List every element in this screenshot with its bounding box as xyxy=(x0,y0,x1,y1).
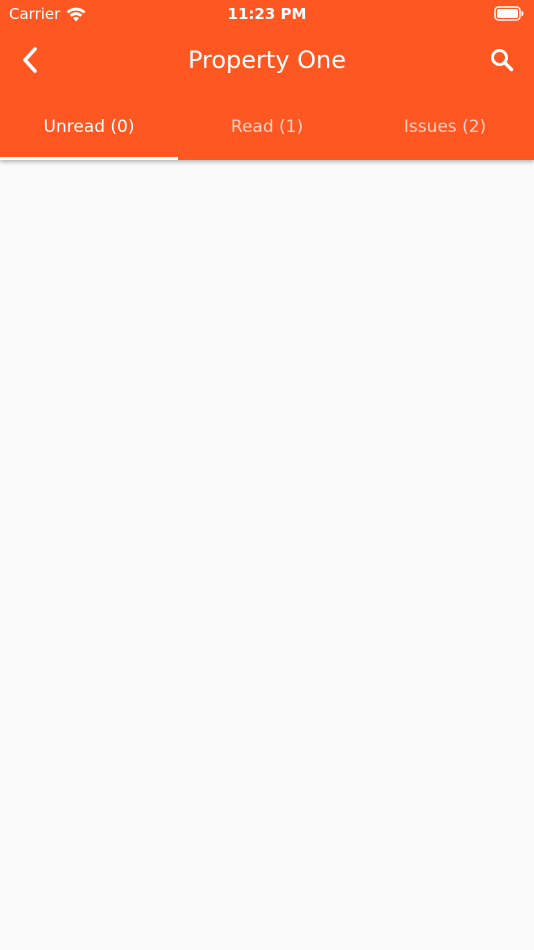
tab-unread[interactable]: Unread (0) xyxy=(0,96,178,160)
tab-active-indicator xyxy=(0,157,178,160)
status-bar: Carrier 11:23 PM xyxy=(0,0,534,28)
tab-content-area xyxy=(0,160,534,950)
tab-read-label: Read (1) xyxy=(230,116,304,137)
status-time: 11:23 PM xyxy=(227,5,307,23)
tab-unread-label: Unread (0) xyxy=(43,116,135,137)
search-button[interactable] xyxy=(482,42,522,82)
tab-issues-label: Issues (2) xyxy=(403,116,487,137)
search-icon xyxy=(489,47,515,77)
chevron-left-icon xyxy=(21,46,39,78)
page-title: Property One xyxy=(187,46,347,74)
tab-bar: Unread (0) Read (1) Issues (2) xyxy=(0,96,534,160)
tab-read[interactable]: Read (1) xyxy=(178,96,356,160)
battery-icon xyxy=(494,6,524,21)
back-button[interactable] xyxy=(10,42,50,82)
tab-issues[interactable]: Issues (2) xyxy=(356,96,534,160)
app-bar: Carrier 11:23 PM Property One Unread (0)… xyxy=(0,0,534,160)
toolbar: Property One xyxy=(0,32,534,92)
